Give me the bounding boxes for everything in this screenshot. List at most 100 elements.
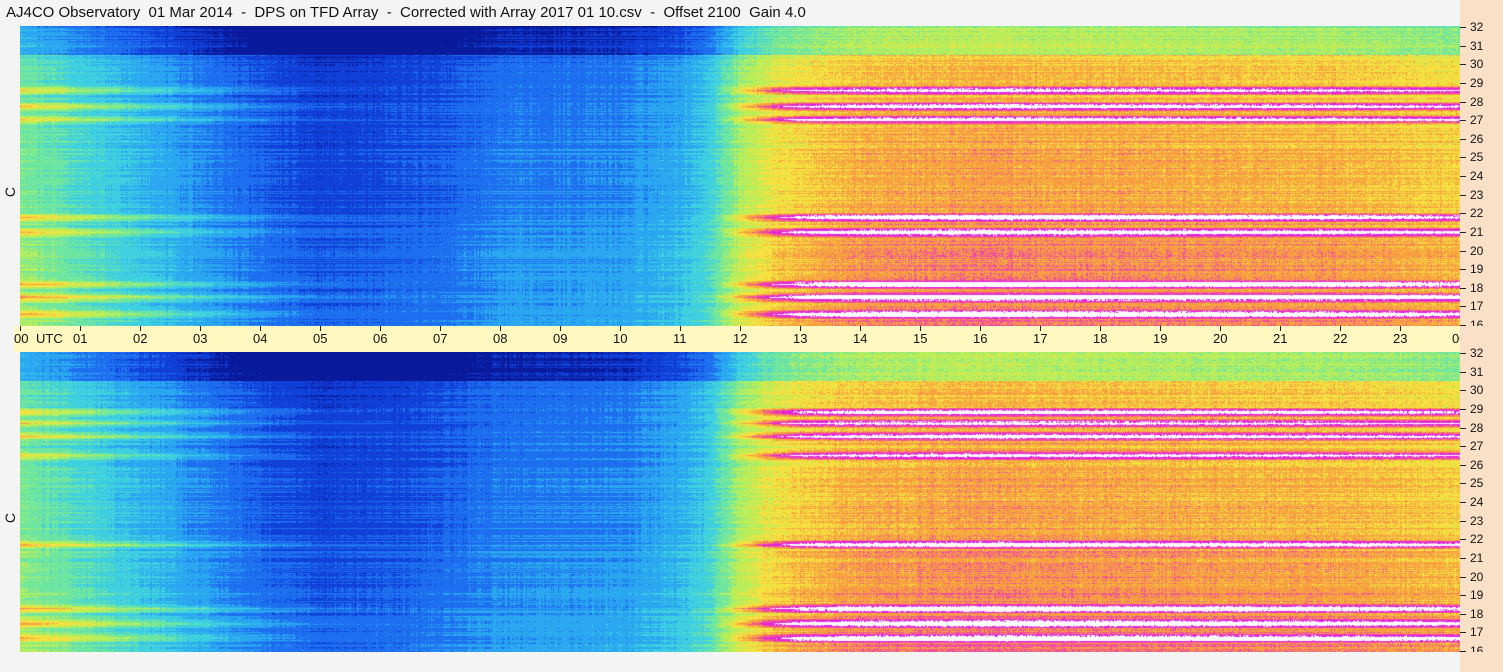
utc-tick-label: 08 <box>493 331 508 346</box>
freq-tick <box>1460 120 1466 121</box>
freq-tick <box>1460 539 1466 540</box>
freq-tick <box>1460 157 1466 158</box>
lcp-frequency-axis: 16 17 18 19 20 21 22 23 24 25 26 27 28 29 30 31 32 <box>1460 347 1503 657</box>
freq-tick-label: 19 <box>1470 588 1484 602</box>
freq-tick-label: 25 <box>1470 476 1484 490</box>
freq-tick-label: 30 <box>1470 383 1484 397</box>
utc-unit-label: UTC <box>36 331 63 346</box>
utc-tick-label: 10 <box>613 331 628 346</box>
utc-tick-label: 20 <box>1213 331 1228 346</box>
utc-tick-label: 16 <box>973 331 988 346</box>
freq-tick <box>1460 595 1466 596</box>
utc-tick-label: 05 <box>313 331 328 346</box>
utc-tick-label: 01 <box>73 331 88 346</box>
rcp-heatmap-canvas <box>20 26 1460 326</box>
rcp-spectrogram <box>20 26 1460 326</box>
freq-tick <box>1460 102 1466 103</box>
utc-tick-label: 22 <box>1333 331 1348 346</box>
freq-tick <box>1460 232 1466 233</box>
rcp-frequency-axis: 16 17 18 19 20 21 22 23 24 25 26 27 28 29 30 31 32 <box>1460 21 1503 331</box>
utc-tick-label: 04 <box>253 331 268 346</box>
freq-tick <box>1460 139 1466 140</box>
freq-tick-label: 22 <box>1470 206 1484 220</box>
utc-tick-label: 07 <box>433 331 448 346</box>
rcp-label-column: R C P <box>0 26 34 326</box>
freq-tick-label: 18 <box>1470 607 1484 621</box>
utc-time-axis: 00 01 02 03 04 05 06 07 08 09 10 11 12 13 14 15 16 17 18 19… <box>14 326 1499 352</box>
utc-tick-label: 13 <box>793 331 808 346</box>
utc-tick-label: 21 <box>1273 331 1288 346</box>
freq-tick <box>1460 46 1466 47</box>
freq-tick <box>1460 288 1466 289</box>
freq-tick-label: 22 <box>1470 532 1484 546</box>
freq-tick-label: 27 <box>1470 439 1484 453</box>
freq-tick <box>1460 269 1466 270</box>
freq-tick <box>1460 372 1466 373</box>
freq-tick <box>1460 353 1466 354</box>
freq-tick <box>1460 64 1466 65</box>
utc-tick-label: 00 <box>14 331 29 346</box>
freq-tick <box>1460 632 1466 633</box>
freq-tick <box>1460 483 1466 484</box>
lcp-heatmap-canvas <box>20 352 1460 652</box>
utc-tick-label: 11 <box>673 331 687 346</box>
freq-tick-label: 27 <box>1470 113 1484 127</box>
utc-tick-label: 06 <box>373 331 388 346</box>
freq-tick <box>1460 195 1466 196</box>
freq-tick-label: 25 <box>1470 150 1484 164</box>
freq-tick-label: 30 <box>1470 57 1484 71</box>
utc-tick-label: 03 <box>193 331 208 346</box>
freq-tick-label: 20 <box>1470 570 1484 584</box>
freq-tick-label: 21 <box>1470 551 1484 565</box>
freq-tick-label: 24 <box>1470 169 1484 183</box>
freq-tick <box>1460 390 1466 391</box>
freq-tick-label: 21 <box>1470 225 1484 239</box>
freq-tick <box>1460 27 1466 28</box>
freq-tick <box>1460 558 1466 559</box>
freq-tick <box>1460 409 1466 410</box>
utc-tick-label: 14 <box>853 331 868 346</box>
freq-tick <box>1460 577 1466 578</box>
utc-tick-label: 23 <box>1393 331 1408 346</box>
freq-tick <box>1460 446 1466 447</box>
freq-tick <box>1460 306 1466 307</box>
utc-tick-label: 17 <box>1033 331 1048 346</box>
freq-tick <box>1460 213 1466 214</box>
utc-tick-label: 15 <box>913 331 928 346</box>
freq-tick-label: 31 <box>1470 365 1484 379</box>
lcp-label-column: L C P <box>0 352 34 652</box>
freq-tick <box>1460 614 1466 615</box>
freq-tick-label: 26 <box>1470 132 1484 146</box>
freq-tick-label: 17 <box>1470 625 1484 639</box>
freq-tick-label: 29 <box>1470 402 1484 416</box>
freq-tick-label: 20 <box>1470 244 1484 258</box>
freq-tick-label: 32 <box>1470 346 1484 360</box>
freq-tick-label: 23 <box>1470 514 1484 528</box>
freq-tick-label: 17 <box>1470 299 1484 313</box>
utc-tick-label: 19 <box>1153 331 1168 346</box>
freq-tick <box>1460 502 1466 503</box>
freq-tick-label: 18 <box>1470 281 1484 295</box>
freq-tick-label: 29 <box>1470 76 1484 90</box>
freq-tick-label: 23 <box>1470 188 1484 202</box>
utc-tick-label: 12 <box>733 331 748 346</box>
bottom-margin <box>0 652 1503 672</box>
lcp-spectrogram <box>20 352 1460 652</box>
freq-tick <box>1460 521 1466 522</box>
freq-tick <box>1460 428 1466 429</box>
freq-tick <box>1460 465 1466 466</box>
utc-tick-label: 09 <box>553 331 568 346</box>
freq-tick-label: 19 <box>1470 262 1484 276</box>
freq-tick-label: 28 <box>1470 95 1484 109</box>
bottom-corner <box>1460 652 1503 672</box>
freq-tick <box>1460 83 1466 84</box>
freq-tick-label: 24 <box>1470 495 1484 509</box>
freq-tick-label: 32 <box>1470 20 1484 34</box>
freq-tick-label: 31 <box>1470 39 1484 53</box>
freq-tick-label: 26 <box>1470 458 1484 472</box>
freq-tick <box>1460 251 1466 252</box>
freq-tick <box>1460 176 1466 177</box>
freq-tick-label: 28 <box>1470 421 1484 435</box>
utc-tick-label: 02 <box>133 331 148 346</box>
utc-tick-label: 18 <box>1093 331 1108 346</box>
